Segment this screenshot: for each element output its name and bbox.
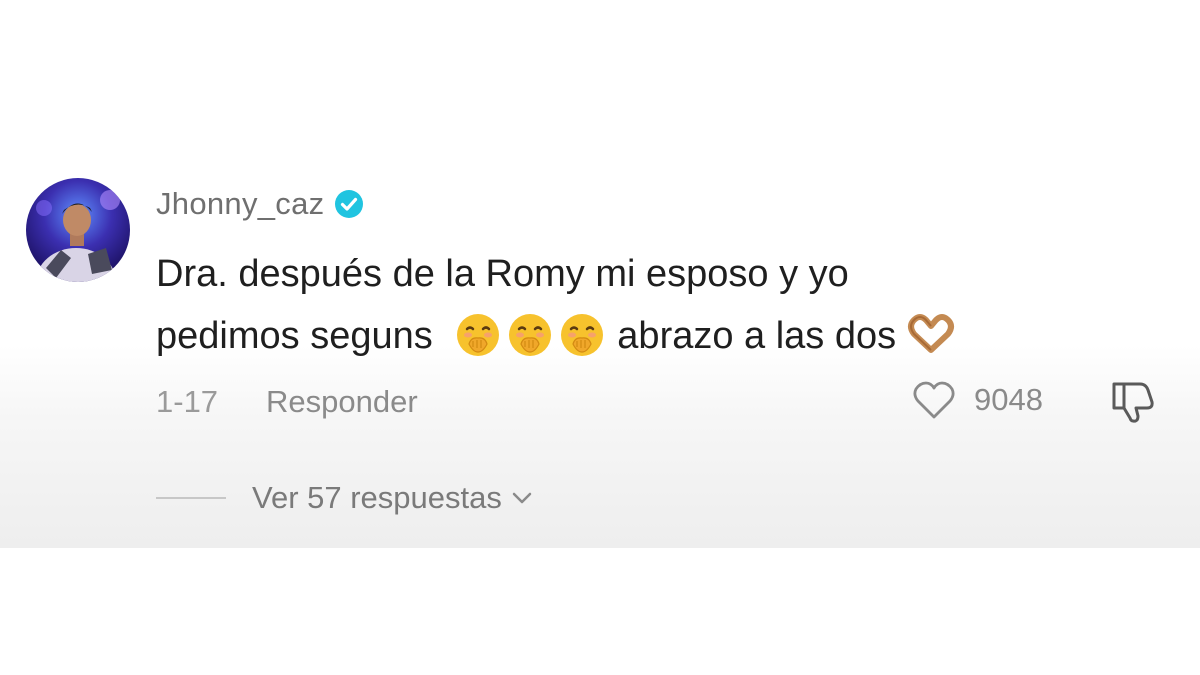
comment-line-2: pedimos seguns abrazo a las dos [156,305,1156,367]
face-with-hand-over-mouth-icon [561,314,604,356]
comment-line-1: Dra. después de la Romy mi esposo y yo [156,253,849,295]
face-with-hand-over-mouth-icon [509,314,552,356]
heart-icon [913,381,955,419]
like-count: 9048 [974,382,1043,417]
like-button[interactable]: 9048 [912,380,1043,420]
verified-badge-icon [335,190,364,218]
comment-text: Dra. después de la Romy mi esposo y yo p… [156,243,1156,367]
username-row: Jhonny_caz [156,184,364,224]
comment-card: Jhonny_caz Dra. después de la Romy mi es… [0,0,1200,548]
username[interactable]: Jhonny_caz [156,186,324,222]
divider [156,497,226,499]
face-with-hand-over-mouth-icon [457,314,500,356]
view-replies-label: Ver 57 respuestas [252,480,502,515]
comment-meta-row: 1-17 Responder 9048 [156,380,1166,424]
reply-button[interactable]: Responder [266,384,418,420]
comment-date: 1-17 [156,384,219,419]
view-replies-row: Ver 57 respuestas [156,476,534,520]
dislike-button-icon[interactable] [1106,378,1156,424]
comment-line-2-start: pedimos seguns [156,315,433,357]
heart-hands-icon [908,314,955,353]
comment-line-2-end: abrazo a las dos [617,315,897,357]
chevron-down-icon [512,492,532,504]
avatar[interactable] [26,178,130,282]
view-replies-button[interactable]: Ver 57 respuestas [252,480,534,516]
